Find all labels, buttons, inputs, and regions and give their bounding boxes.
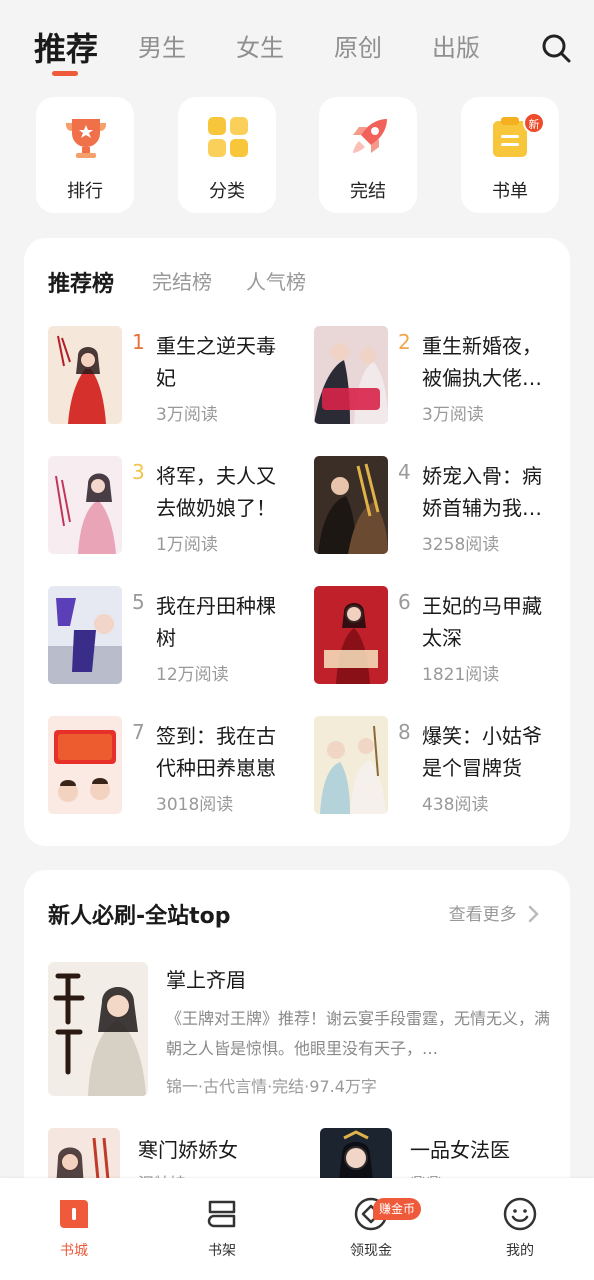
tab-male[interactable]: 男生 (138, 28, 186, 63)
book-title: 将军，夫人又去做奶娘了！ (156, 464, 276, 520)
chevron-right-icon (528, 905, 539, 923)
rank-number: 2 (398, 330, 411, 354)
nav-profile[interactable]: 我的 (460, 1178, 580, 1280)
top-tab-bar: 推荐 男生 女生 原创 出版 (0, 0, 594, 90)
search-icon[interactable] (540, 32, 572, 64)
rank-book-7[interactable]: 7 签到：我在古代种田养崽崽 3018阅读 (48, 716, 298, 821)
rank-number: 3 (132, 460, 145, 484)
ranking-card: 推荐榜 完结榜 人气榜 1 重生之逆天毒妃 3万阅读 2 重生新婚夜，被偏执大佬… (24, 238, 570, 846)
book-title: 重生新婚夜，被偏执大佬… (422, 334, 542, 390)
rank-book-4[interactable]: 4 娇宠入骨：病娇首辅为我… 3258阅读 (314, 456, 564, 561)
book-cover (314, 326, 388, 424)
book-reads: 3258阅读 (422, 535, 500, 555)
book-title: 寒门娇娇女 (138, 1138, 238, 1162)
tab-fade-overlay (470, 20, 530, 70)
book-cover (48, 326, 122, 424)
book-cover (314, 716, 388, 814)
book-title: 一品女法医 (410, 1138, 510, 1162)
nav-bookstore[interactable]: 书城 (14, 1178, 134, 1280)
section-title: 新人必刷-全站top (48, 904, 231, 929)
nav-cash[interactable]: 赚金币 领现金 (311, 1178, 431, 1280)
rocket-icon (353, 119, 387, 153)
book-cover (48, 586, 122, 684)
rank-number: 1 (132, 330, 145, 354)
book-meta: 锦一·古代言情·完结·97.4万字 (166, 1077, 377, 1096)
rank-book-3[interactable]: 3 将军，夫人又去做奶娘了！ 1万阅读 (48, 456, 298, 561)
book-title: 娇宠入骨：病娇首辅为我… (422, 464, 542, 520)
new-badge: 新 (523, 112, 545, 134)
rank-number: 6 (398, 590, 411, 614)
rank-number: 4 (398, 460, 411, 484)
rank-tab-finished[interactable]: 完结榜 (152, 266, 212, 295)
book-cover (314, 456, 388, 554)
quick-label: 分类 (209, 181, 245, 202)
rank-book-5[interactable]: 5 我在丹田种棵树 12万阅读 (48, 586, 298, 691)
book-reads: 1万阅读 (156, 535, 218, 555)
tab-recommend[interactable]: 推荐 (34, 24, 98, 70)
bookstore-icon (60, 1200, 88, 1228)
rank-book-2[interactable]: 2 重生新婚夜，被偏执大佬… 3万阅读 (314, 326, 564, 431)
book-title: 重生之逆天毒妃 (156, 334, 276, 390)
nav-bookshelf[interactable]: 书架 (162, 1178, 282, 1280)
tab-female[interactable]: 女生 (236, 28, 284, 63)
rank-number: 5 (132, 590, 145, 614)
book-title: 爆笑：小姑爷是个冒牌货 (422, 724, 542, 780)
smiley-icon (503, 1197, 537, 1231)
book-title: 王妃的马甲藏太深 (422, 594, 542, 650)
nav-label: 书城 (60, 1243, 88, 1259)
see-more-label: 查看更多 (448, 905, 517, 925)
rank-tab-recommend[interactable]: 推荐榜 (48, 266, 114, 298)
rank-book-1[interactable]: 1 重生之逆天毒妃 3万阅读 (48, 326, 298, 431)
earn-coin-badge: 赚金币 (373, 1198, 422, 1220)
nav-label: 书架 (208, 1243, 236, 1259)
book-cover (48, 962, 148, 1096)
bottom-nav: 书城 书架 赚金币 领现金 我的 (0, 1178, 594, 1280)
nav-label: 领现金 (350, 1243, 392, 1259)
quick-finished[interactable]: 完结 (319, 97, 417, 213)
rank-number: 7 (132, 720, 145, 744)
book-title: 我在丹田种棵树 (156, 594, 276, 650)
book-reads: 1821阅读 (422, 665, 500, 685)
book-reads: 3018阅读 (156, 795, 234, 815)
book-reads: 438阅读 (422, 795, 489, 815)
quick-ranking[interactable]: 排行 (36, 97, 134, 213)
quick-label: 排行 (67, 181, 103, 202)
book-cover (48, 456, 122, 554)
nav-label: 我的 (506, 1243, 534, 1259)
active-tab-indicator (52, 71, 78, 76)
rank-tab-popular[interactable]: 人气榜 (246, 266, 306, 295)
see-more-link[interactable]: 查看更多 (449, 900, 540, 925)
book-reads: 3万阅读 (422, 405, 484, 425)
rank-book-6[interactable]: 6 王妃的马甲藏太深 1821阅读 (314, 586, 564, 691)
quick-category[interactable]: 分类 (178, 97, 276, 213)
rank-number: 8 (398, 720, 411, 744)
quick-label: 书单 (492, 181, 528, 202)
book-title: 签到：我在古代种田养崽崽 (156, 724, 276, 780)
trophy-icon (66, 119, 106, 158)
book-reads: 3万阅读 (156, 405, 218, 425)
book-reads: 12万阅读 (156, 665, 229, 685)
bookshelf-icon (207, 1200, 236, 1228)
book-description: 《王牌对王牌》推荐！谢云宴手段雷霆，无情无义，满朝之人皆是惊惧。他眼里没有天子，… (166, 1009, 550, 1058)
grid-icon (208, 117, 248, 157)
tab-original[interactable]: 原创 (334, 28, 382, 63)
book-title: 掌上齐眉 (166, 968, 246, 992)
rank-book-8[interactable]: 8 爆笑：小姑爷是个冒牌货 438阅读 (314, 716, 564, 821)
book-cover (48, 716, 122, 814)
quick-label: 完结 (350, 181, 386, 202)
book-cover (314, 586, 388, 684)
quick-booklist[interactable]: 新 书单 (461, 97, 559, 213)
